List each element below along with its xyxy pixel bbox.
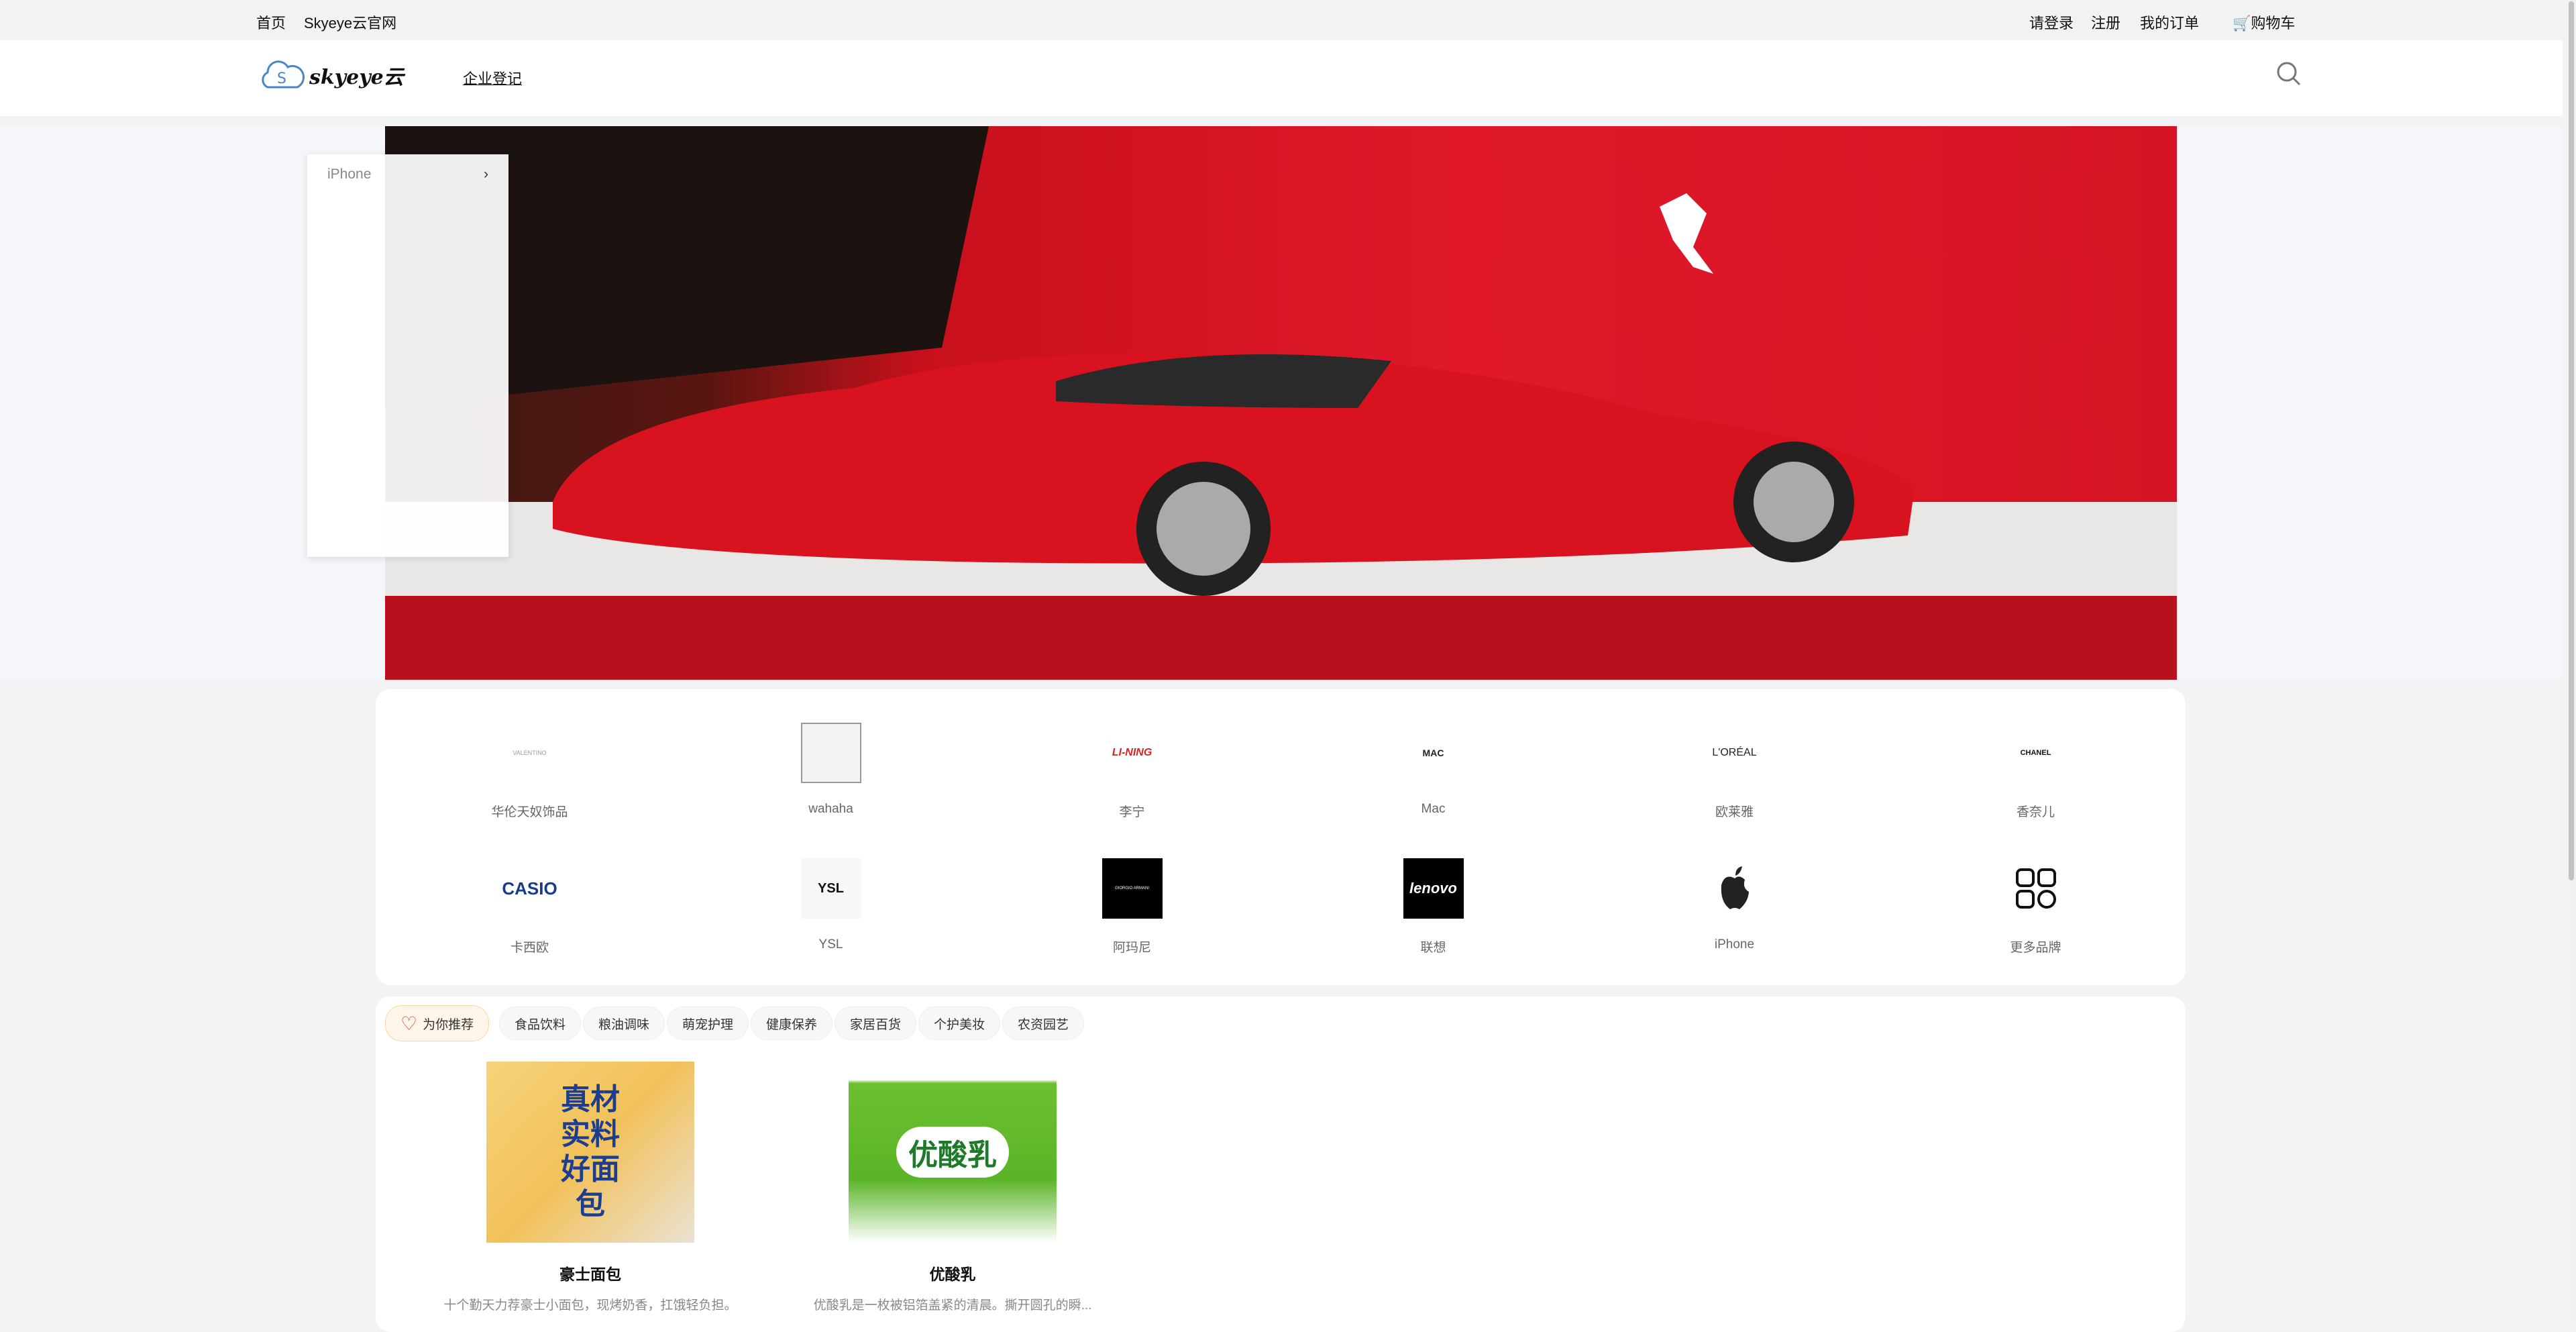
brand-label: 联想 xyxy=(1283,937,1584,956)
brand-grid: VALENTINO华伦天奴饰品wahahaLI-NING李宁MACMacL'OR… xyxy=(376,689,2186,985)
brand-item[interactable]: L'ORÉAL 欧莱雅 xyxy=(1584,723,1885,820)
cart-link[interactable]: 🛒购物车 xyxy=(2233,11,2295,33)
chevron-right-icon: › xyxy=(484,166,488,183)
casio-logo: CASIO xyxy=(500,858,560,919)
grid-more-icon xyxy=(2006,858,2066,919)
enterprise-register-link[interactable]: 企业登记 xyxy=(463,67,522,89)
brand-item[interactable]: CASIO 卡西欧 xyxy=(379,858,680,956)
chanel-logo: CHANEL xyxy=(2006,723,2066,783)
brand-label: 欧莱雅 xyxy=(1584,802,1885,820)
product-desc: 十个勤天力荐豪士小面包，现烤奶香，扛饿轻负担。 xyxy=(409,1295,771,1313)
product-desc: 优酸乳是一枚被铝箔盖紧的清晨。撕开圆孔的瞬... xyxy=(771,1295,1134,1313)
category-tab[interactable]: 萌宠护理 xyxy=(667,1007,749,1040)
brand-label: 卡西欧 xyxy=(379,937,680,956)
my-orders-link[interactable]: 我的订单 xyxy=(2140,11,2199,33)
product-title: 豪士面包 xyxy=(409,1262,771,1284)
category-tab[interactable]: 农资园艺 xyxy=(1002,1007,1084,1040)
brand-label: YSL xyxy=(680,937,981,952)
brand-item[interactable]: 更多品牌 xyxy=(1885,858,2186,956)
banner-carousel[interactable] xyxy=(385,126,2177,680)
brand-item[interactable]: lenovo 联想 xyxy=(1283,858,1584,956)
wahaha-logo xyxy=(801,723,861,783)
product-image: 真材实料好面包 xyxy=(486,1062,694,1243)
brand-label: 李宁 xyxy=(981,802,1283,820)
lenovo-logo: lenovo xyxy=(1403,858,1464,919)
product-card[interactable]: 优酸乳 优酸乳 优酸乳是一枚被铝箔盖紧的清晨。撕开圆孔的瞬... xyxy=(771,1062,1134,1313)
brand-item[interactable]: VALENTINO 华伦天奴饰品 xyxy=(379,723,680,820)
home-link[interactable]: 首页 xyxy=(256,11,286,33)
brand-item[interactable]: MAC Mac xyxy=(1283,723,1584,817)
logo[interactable]: S skyeye云 xyxy=(258,60,404,90)
login-link[interactable]: 请登录 xyxy=(2029,11,2074,33)
product-image: 优酸乳 xyxy=(849,1062,1057,1243)
brand-label: 更多品牌 xyxy=(1885,937,2186,956)
category-tab[interactable]: ♡为你推荐 xyxy=(385,1005,489,1041)
brand-item[interactable]: LI-NING 李宁 xyxy=(981,723,1283,820)
brand-label: Mac xyxy=(1283,802,1584,817)
valentino-logo: VALENTINO xyxy=(500,723,560,783)
mac-logo: MAC xyxy=(1403,723,1464,783)
brand-item[interactable]: CHANEL 香奈儿 xyxy=(1885,723,2186,820)
category-tab[interactable]: 个护美妆 xyxy=(918,1007,1000,1040)
loreal-logo: L'ORÉAL xyxy=(1705,723,1765,783)
svg-text:S: S xyxy=(277,70,286,87)
product-title: 优酸乳 xyxy=(771,1262,1134,1284)
category-tab[interactable]: 食品饮料 xyxy=(499,1007,581,1040)
top-bar: 首页 Skyeye云官网 请登录 注册 我的订单 🛒购物车 xyxy=(0,0,2576,40)
category-side-menu: iPhone› xyxy=(307,154,508,557)
brand-label: 阿玛尼 xyxy=(981,937,1283,956)
header: S skyeye云 企业登记 xyxy=(0,40,2563,116)
brand-item[interactable]: YSL YSL xyxy=(680,858,981,952)
brand-item[interactable]: wahaha xyxy=(680,723,981,817)
category-tab[interactable]: 家居百货 xyxy=(835,1007,916,1040)
side-menu-item-iphone[interactable]: iPhone› xyxy=(307,154,508,195)
brand-item[interactable]: GIORGIO ARMANI 阿玛尼 xyxy=(981,858,1283,956)
li-ning-logo: LI-NING xyxy=(1102,723,1163,783)
search-icon[interactable] xyxy=(2275,60,2302,87)
recommend-section: ♡为你推荐食品饮料粮油调味萌宠护理健康保养家居百货个护美妆农资园艺 真材实料好面… xyxy=(376,996,2186,1332)
banner-image xyxy=(385,126,2177,680)
cloud-logo-icon: S xyxy=(258,60,305,90)
brand-label: 香奈儿 xyxy=(1885,802,2186,820)
ysl-logo: YSL xyxy=(801,858,861,919)
brand-label: wahaha xyxy=(680,802,981,817)
category-tab[interactable]: 健康保养 xyxy=(751,1007,833,1040)
official-site-link[interactable]: Skyeye云官网 xyxy=(304,11,396,33)
brand-label: 华伦天奴饰品 xyxy=(379,802,680,820)
register-link[interactable]: 注册 xyxy=(2091,11,2121,33)
category-tab[interactable]: 粮油调味 xyxy=(583,1007,665,1040)
scrollbar[interactable] xyxy=(2567,0,2576,1322)
apple-icon xyxy=(1705,858,1765,919)
armani-logo: GIORGIO ARMANI xyxy=(1102,858,1163,919)
brand-item[interactable]: iPhone xyxy=(1584,858,1885,952)
cart-icon: 🛒 xyxy=(2233,15,2251,32)
heart-icon: ♡ xyxy=(400,1013,417,1035)
brand-label: iPhone xyxy=(1584,937,1885,952)
product-card[interactable]: 真材实料好面包 豪士面包 十个勤天力荐豪士小面包，现烤奶香，扛饿轻负担。 xyxy=(409,1062,771,1313)
